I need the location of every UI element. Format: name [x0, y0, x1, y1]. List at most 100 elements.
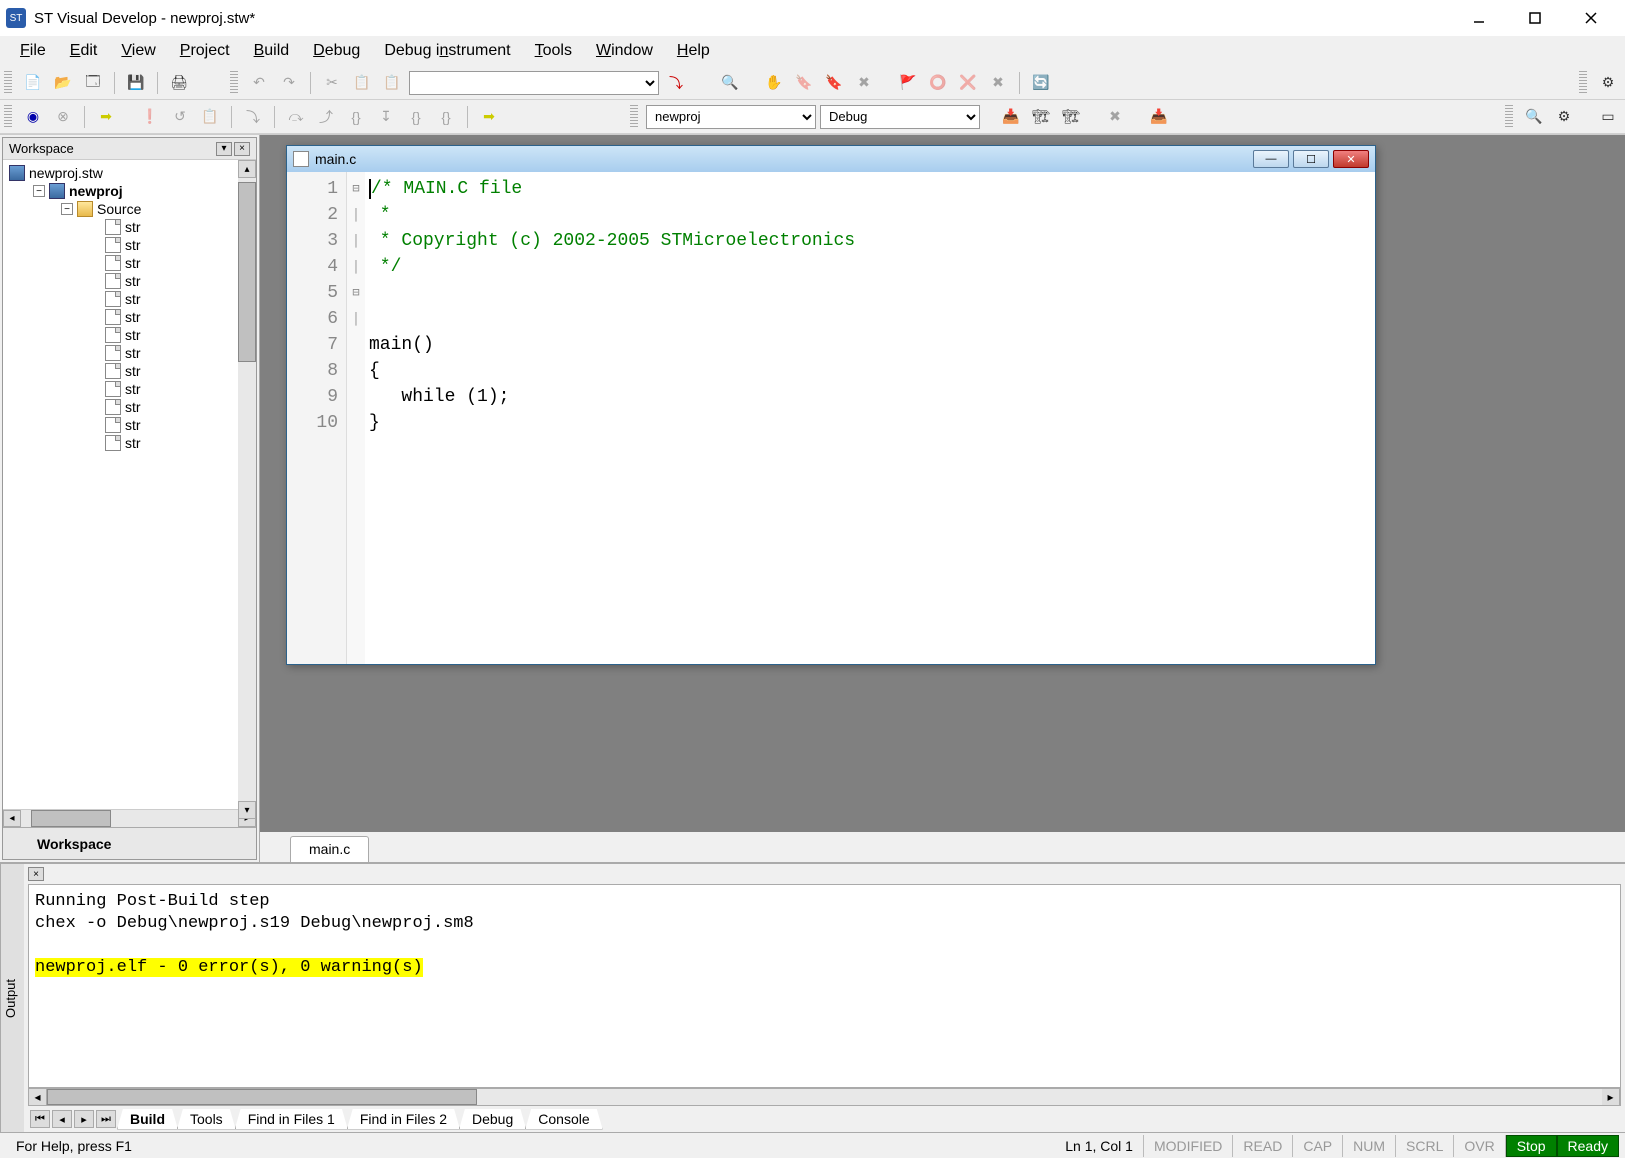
menu-file[interactable]: File: [8, 38, 58, 64]
close-button[interactable]: [1563, 0, 1619, 36]
scroll-left-icon[interactable]: ◂: [29, 1089, 47, 1105]
tool-b-icon[interactable]: ⚙: [1551, 104, 1577, 130]
code-editor[interactable]: /* MAIN.C file * * Copyright (c) 2002-20…: [365, 172, 1375, 664]
tree-file[interactable]: str: [5, 308, 254, 326]
download-icon[interactable]: 📥: [1146, 104, 1172, 130]
scroll-down-icon[interactable]: ▾: [238, 801, 256, 819]
output-close-icon[interactable]: ×: [28, 867, 44, 881]
tree-project[interactable]: − newproj: [5, 182, 254, 200]
scroll-left-icon[interactable]: ◂: [3, 810, 21, 827]
tree-file[interactable]: str: [5, 254, 254, 272]
set-pc-icon[interactable]: {}: [403, 104, 429, 130]
doc-close-button[interactable]: ✕: [1333, 150, 1369, 168]
editor-titlebar[interactable]: main.c — ☐ ✕: [287, 146, 1375, 172]
tool-a-icon[interactable]: 🔍: [1521, 104, 1547, 130]
new-file-icon[interactable]: 📄: [20, 70, 46, 96]
step-over-icon[interactable]: ⤼: [283, 104, 309, 130]
compile-icon[interactable]: 📥: [998, 104, 1024, 130]
copy-icon[interactable]: 📋: [349, 70, 375, 96]
toolbar-grip[interactable]: [230, 71, 238, 95]
config-combo[interactable]: Debug: [820, 105, 980, 129]
tree-file[interactable]: str: [5, 272, 254, 290]
bookmark-toggle-icon[interactable]: 🔖: [791, 70, 817, 96]
tree-file[interactable]: str: [5, 380, 254, 398]
find-in-files-icon[interactable]: 🔍: [717, 70, 743, 96]
fold-column[interactable]: ⊟│││⊟│: [347, 172, 365, 664]
doc-maximize-button[interactable]: ☐: [1293, 150, 1329, 168]
search-combo[interactable]: [409, 71, 659, 95]
project-combo[interactable]: newproj: [646, 105, 816, 129]
workspace-hscrollbar[interactable]: ◂ ▸: [3, 809, 256, 827]
breakpoint-icon[interactable]: 🚩: [895, 70, 921, 96]
menu-tools[interactable]: Tools: [523, 38, 584, 64]
tree-file[interactable]: str: [5, 218, 254, 236]
output-tab-next-icon[interactable]: ▸: [74, 1110, 94, 1128]
breakpoint-remove-icon[interactable]: ❌: [955, 70, 981, 96]
hand-icon[interactable]: ✋: [761, 70, 787, 96]
open-file-icon[interactable]: 📂: [50, 70, 76, 96]
step-into-icon[interactable]: ⤵: [240, 104, 266, 130]
output-tab-first-icon[interactable]: ⏮: [30, 1110, 50, 1128]
output-text[interactable]: Running Post-Build step chex -o Debug\ne…: [28, 884, 1621, 1088]
breakpoint-clear-icon[interactable]: ✖: [985, 70, 1011, 96]
output-tab-debug[interactable]: Debug: [459, 1109, 526, 1130]
minimize-button[interactable]: [1451, 0, 1507, 36]
step-asm-icon[interactable]: {}: [343, 104, 369, 130]
build-icon[interactable]: 🏗: [1028, 104, 1054, 130]
tree-file[interactable]: str: [5, 416, 254, 434]
scroll-thumb[interactable]: [31, 810, 111, 827]
output-tab-fif2[interactable]: Find in Files 2: [347, 1109, 460, 1130]
bookmark-nav-icon[interactable]: 🔖: [821, 70, 847, 96]
save-icon[interactable]: 💾: [123, 70, 149, 96]
menu-debug[interactable]: Debug: [301, 38, 372, 64]
debug-start-icon[interactable]: ◉: [20, 104, 46, 130]
print-icon[interactable]: 🖨: [166, 70, 192, 96]
menu-edit[interactable]: Edit: [58, 38, 110, 64]
chip-icon[interactable]: ▭: [1595, 104, 1621, 130]
tree-file[interactable]: str: [5, 398, 254, 416]
stop-build-icon[interactable]: ✖: [1102, 104, 1128, 130]
scroll-thumb[interactable]: [238, 182, 256, 362]
restart-icon[interactable]: ↺: [167, 104, 193, 130]
redo-icon[interactable]: ↷: [276, 70, 302, 96]
tree-file[interactable]: str: [5, 344, 254, 362]
status-stop[interactable]: Stop: [1506, 1135, 1557, 1157]
tree-folder-source[interactable]: − Source: [5, 200, 254, 218]
menu-view[interactable]: View: [109, 38, 167, 64]
output-tab-last-icon[interactable]: ⏭: [96, 1110, 116, 1128]
output-tab-fif1[interactable]: Find in Files 1: [235, 1109, 348, 1130]
rebuild-icon[interactable]: 🏗: [1058, 104, 1084, 130]
bookmark-clear-icon[interactable]: ✖: [851, 70, 877, 96]
braces-icon[interactable]: {}: [433, 104, 459, 130]
output-tab-prev-icon[interactable]: ◂: [52, 1110, 72, 1128]
arrow-icon[interactable]: ➡: [476, 104, 502, 130]
menu-build[interactable]: Build: [242, 38, 302, 64]
expand-icon[interactable]: −: [61, 203, 73, 215]
cut-icon[interactable]: ✂: [319, 70, 345, 96]
output-tab-tools[interactable]: Tools: [177, 1109, 236, 1130]
paste-icon[interactable]: 📋: [379, 70, 405, 96]
menu-project[interactable]: Project: [168, 38, 242, 64]
output-hscrollbar[interactable]: ◂ ▸: [28, 1088, 1621, 1106]
output-tab-console[interactable]: Console: [525, 1109, 602, 1130]
menu-window[interactable]: Window: [584, 38, 665, 64]
breakpoint-enable-icon[interactable]: ⭕: [925, 70, 951, 96]
tree-file[interactable]: str: [5, 326, 254, 344]
tree-file[interactable]: str: [5, 434, 254, 452]
run-icon[interactable]: ➡: [93, 104, 119, 130]
doc-minimize-button[interactable]: —: [1253, 150, 1289, 168]
workspace-vscrollbar[interactable]: ▴ ▾: [238, 160, 256, 819]
workspace-close-icon[interactable]: ×: [234, 142, 250, 156]
toolbar-grip[interactable]: [4, 105, 12, 129]
maximize-button[interactable]: [1507, 0, 1563, 36]
scroll-up-icon[interactable]: ▴: [238, 160, 256, 178]
new-window-icon[interactable]: 🗔: [80, 70, 106, 96]
tree-file[interactable]: str: [5, 290, 254, 308]
show-next-icon[interactable]: 📋: [197, 104, 223, 130]
expand-icon[interactable]: −: [33, 185, 45, 197]
tree-file[interactable]: str: [5, 236, 254, 254]
refresh-icon[interactable]: 🔄: [1028, 70, 1054, 96]
editor-tab-main[interactable]: main.c: [290, 836, 369, 862]
settings-icon[interactable]: ⚙: [1595, 70, 1621, 96]
menu-debug-instrument[interactable]: Debug instrument: [372, 38, 522, 64]
